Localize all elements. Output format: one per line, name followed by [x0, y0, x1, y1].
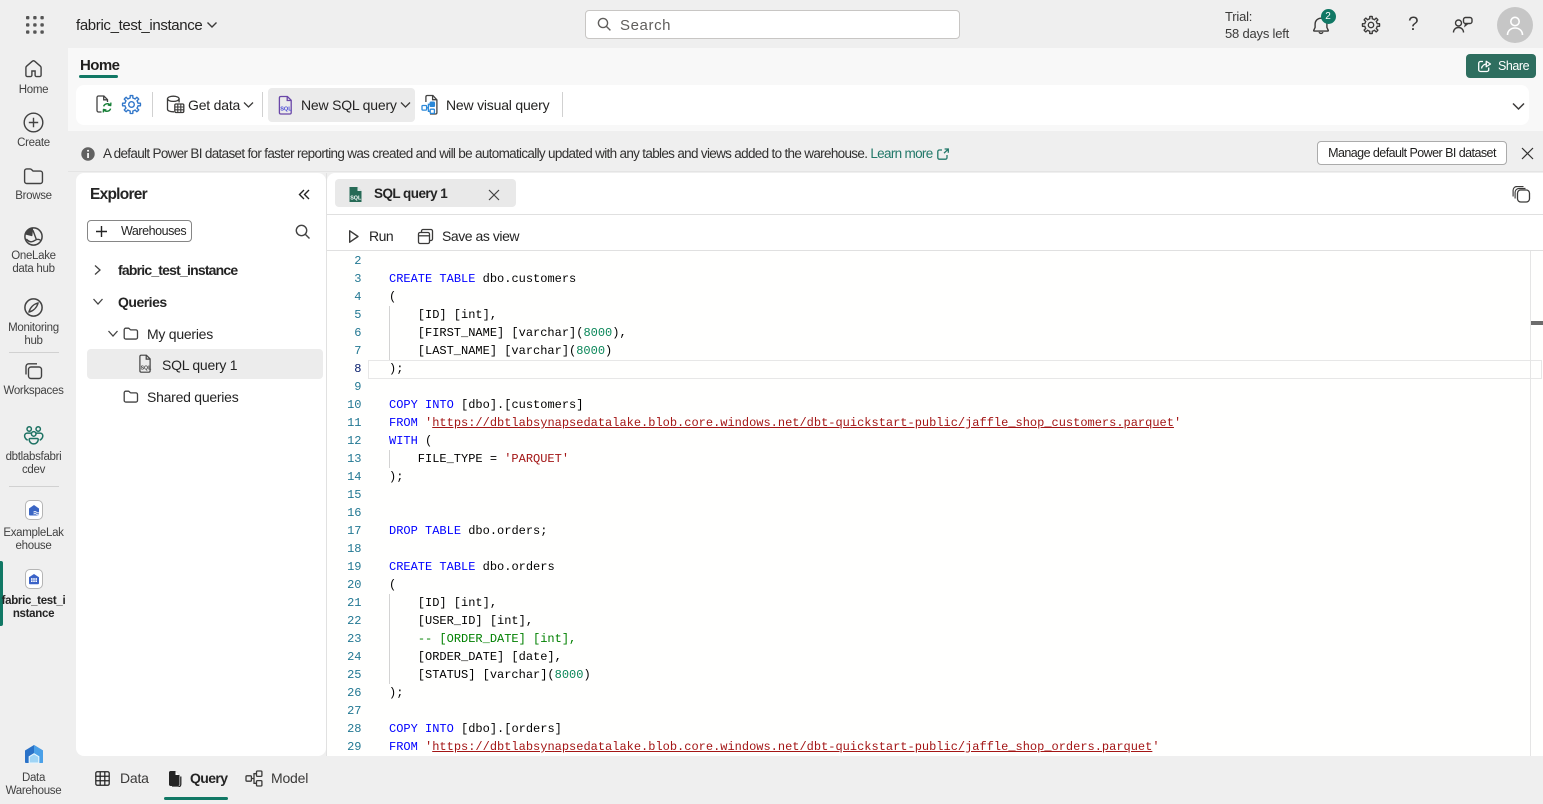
svg-text:SQL: SQL: [141, 365, 152, 371]
svg-text:SQL: SQL: [280, 107, 292, 113]
svg-text:SQL: SQL: [350, 196, 362, 202]
